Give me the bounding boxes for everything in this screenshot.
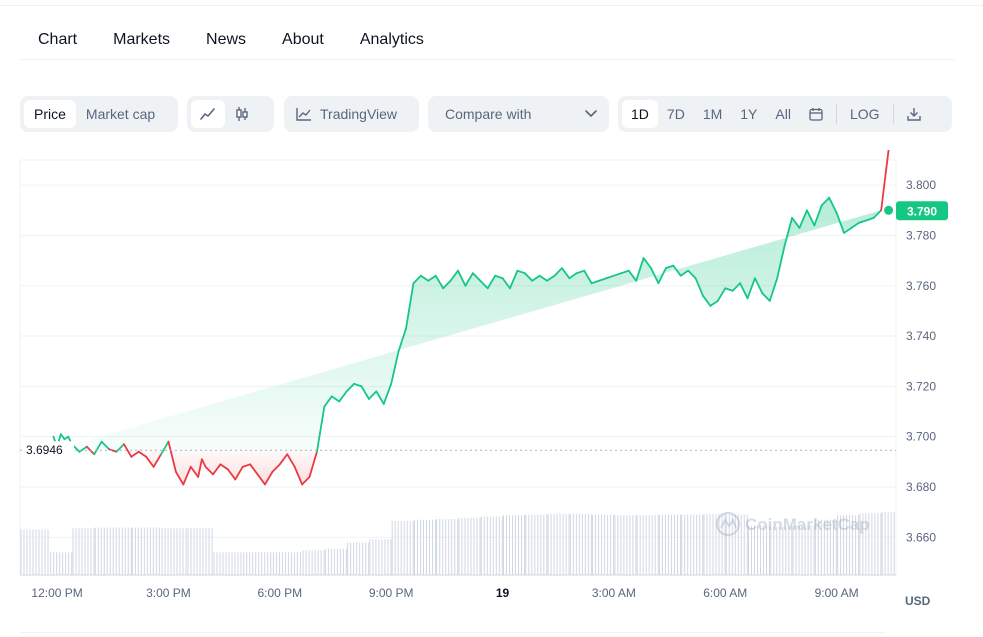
line-chart-icon xyxy=(200,107,216,121)
tradingview-label: TradingView xyxy=(320,106,398,122)
log-scale-button[interactable]: LOG xyxy=(841,100,889,128)
price-line-segment xyxy=(880,149,890,212)
chevron-down-icon xyxy=(585,105,597,123)
calendar-button[interactable] xyxy=(800,100,832,128)
x-tick-label: 19 xyxy=(496,586,510,600)
tab-news[interactable]: News xyxy=(188,22,264,59)
x-tick-label: 9:00 PM xyxy=(369,586,414,600)
page-tabs: Chart Markets News About Analytics xyxy=(20,22,442,59)
y-tick-label: 3.660 xyxy=(906,530,936,544)
chart-style-toggle xyxy=(187,96,274,132)
price-area-down xyxy=(53,450,882,485)
coinmarketcap-watermark: CoinMarketCap xyxy=(715,511,870,537)
y-tick-label: 3.780 xyxy=(906,228,936,242)
chart-bottom-divider xyxy=(20,632,886,633)
y-tick-label: 3.800 xyxy=(906,178,936,192)
current-price-label: 3.790 xyxy=(907,204,937,218)
candlestick-button[interactable] xyxy=(225,100,259,128)
range-selector: 1D 7D 1M 1Y All LOG xyxy=(618,96,952,132)
range-divider xyxy=(835,104,837,124)
watermark-text: CoinMarketCap xyxy=(745,515,870,534)
y-tick-label: 3.740 xyxy=(906,329,936,343)
price-chart[interactable]: 3.800 3.780 3.760 3.740 3.720 3.700 3.680 3.660… xyxy=(0,149,983,630)
x-tick-label: 3:00 PM xyxy=(146,586,191,600)
tab-markets[interactable]: Markets xyxy=(95,22,188,59)
candlestick-icon xyxy=(234,106,250,122)
y-tick-label: 3.760 xyxy=(906,279,936,293)
line-chart-button[interactable] xyxy=(191,100,225,128)
coinmarketcap-logo-mark xyxy=(720,518,737,529)
y-tick-label: 3.720 xyxy=(906,379,936,393)
x-tick-label: 6:00 AM xyxy=(703,586,747,600)
range-divider-2 xyxy=(892,104,894,124)
compare-with-select[interactable]: Compare with xyxy=(428,96,609,132)
market-cap-button[interactable]: Market cap xyxy=(76,100,165,128)
tradingview-button[interactable]: TradingView xyxy=(288,100,405,128)
y-tick-label: 3.680 xyxy=(906,480,936,494)
download-icon xyxy=(906,107,921,121)
tabs-divider xyxy=(20,59,955,60)
tab-about[interactable]: About xyxy=(264,22,342,59)
download-button[interactable] xyxy=(898,100,930,128)
range-7d-button[interactable]: 7D xyxy=(658,100,694,128)
calendar-icon xyxy=(809,107,823,121)
range-1m-button[interactable]: 1M xyxy=(694,100,731,128)
x-tick-label: 12:00 PM xyxy=(31,586,82,600)
currency-label: USD xyxy=(905,594,931,608)
trading-view-icon xyxy=(296,107,312,121)
range-1d-button[interactable]: 1D xyxy=(622,100,658,128)
range-1y-button[interactable]: 1Y xyxy=(731,100,766,128)
tab-chart[interactable]: Chart xyxy=(20,22,95,59)
x-tick-label: 6:00 PM xyxy=(257,586,302,600)
range-all-button[interactable]: All xyxy=(766,100,800,128)
x-tick-label: 9:00 AM xyxy=(815,586,859,600)
x-tick-label: 3:00 AM xyxy=(592,586,636,600)
y-tick-label: 3.700 xyxy=(906,430,936,444)
tradingview-button-group: TradingView xyxy=(284,96,419,132)
top-divider xyxy=(0,5,983,6)
current-price-dot xyxy=(884,205,894,215)
price-chart-svg[interactable]: 3.800 3.780 3.760 3.740 3.720 3.700 3.680 3.660… xyxy=(0,149,983,630)
price-type-toggle: Price Market cap xyxy=(20,96,178,132)
reference-price-label: 3.6946 xyxy=(26,443,63,457)
price-button[interactable]: Price xyxy=(24,100,76,128)
compare-with-label: Compare with xyxy=(445,106,532,122)
tab-analytics[interactable]: Analytics xyxy=(342,22,442,59)
